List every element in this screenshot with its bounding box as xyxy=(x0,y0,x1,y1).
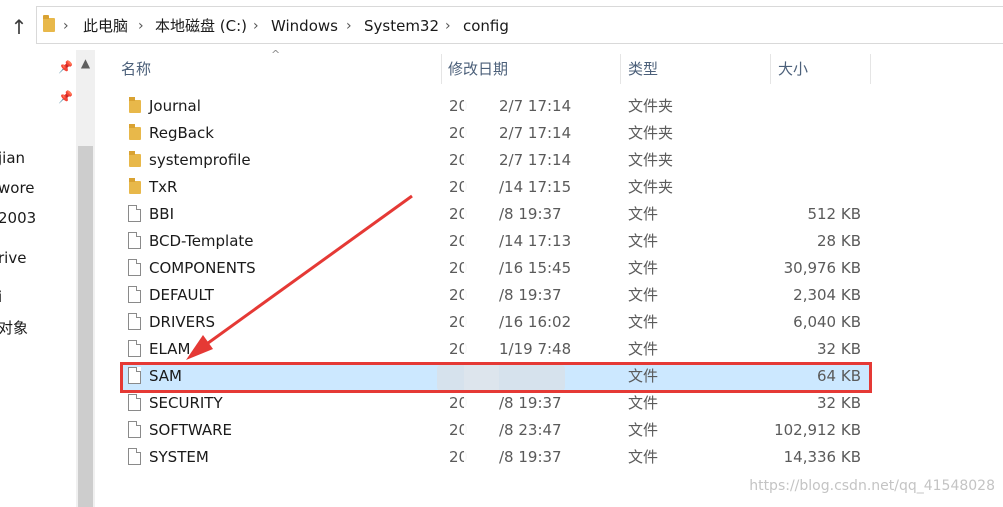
annotation-arrow xyxy=(186,194,413,360)
watermark: https://blog.csdn.net/qq_41548028 xyxy=(749,478,995,494)
arrow-shaft xyxy=(196,194,413,353)
arrow-head xyxy=(186,335,213,360)
